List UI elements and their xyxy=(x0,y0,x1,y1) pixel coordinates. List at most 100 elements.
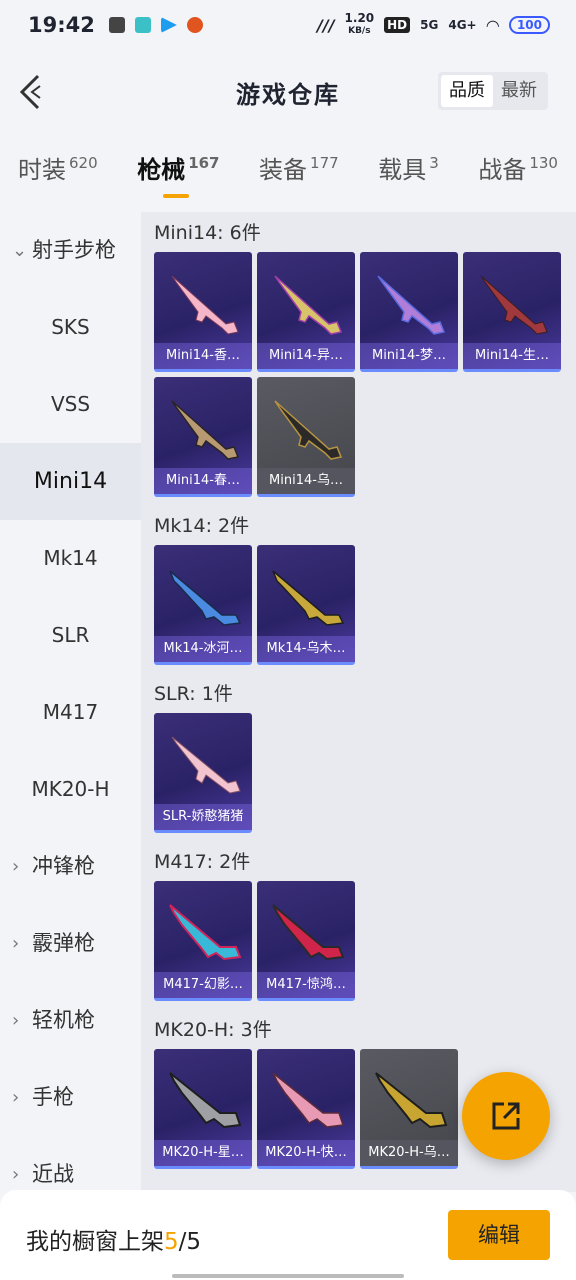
tab-count: 620 xyxy=(69,154,98,172)
section-title-slr: SLR: 1件 xyxy=(154,683,233,705)
status-time: 19:42 xyxy=(28,13,95,37)
weapon-card[interactable]: Mini14-生… xyxy=(463,252,561,372)
weapon-card-label: Mk14-乌木… xyxy=(257,636,355,662)
sidebar-item-slr[interactable]: SLR xyxy=(0,597,141,674)
tab-count: 130 xyxy=(529,154,558,172)
sort-quality-button[interactable]: 品质 xyxy=(441,75,493,107)
sidebar-group-pistol[interactable]: › 手枪 xyxy=(0,1059,141,1136)
sidebar-item-m417[interactable]: M417 xyxy=(0,674,141,751)
home-indicator[interactable] xyxy=(172,1274,404,1278)
header: 游戏仓库 品质 最新 xyxy=(0,60,576,124)
weapon-card[interactable]: Mini14-春… xyxy=(154,377,252,497)
tab-equipment[interactable]: 装备 177 xyxy=(259,150,339,202)
grid-m417: M417-幻影… M417-惊鸿… xyxy=(154,881,569,1001)
weapon-card[interactable]: MK20-H-星… xyxy=(154,1049,252,1169)
weapon-type-sidebar: ⌄ 射手步枪 SKS VSS Mini14 Mk14 SLR M417 MK20-… xyxy=(0,212,141,1192)
weapon-card[interactable]: Mini14-香… xyxy=(154,252,252,372)
net-speed: 1.20 KB/s xyxy=(344,11,375,37)
sort-toggle: 品质 最新 xyxy=(438,72,548,110)
weapon-card-label: Mk14-冰河… xyxy=(154,636,252,662)
rifle-icon xyxy=(171,275,239,335)
sidebar-item-mk20h[interactable]: MK20-H xyxy=(0,751,141,828)
weapon-card[interactable]: M417-惊鸿… xyxy=(257,881,355,1001)
weapon-card[interactable]: Mk14-冰河… xyxy=(154,545,252,665)
rifle-icon xyxy=(272,1072,345,1128)
sidebar-group-shotgun[interactable]: › 霰弹枪 xyxy=(0,905,141,982)
wifi-icon: ◠ xyxy=(486,15,499,35)
battery-icon: 100 xyxy=(508,16,550,34)
weapon-card[interactable]: MK20-H-快… xyxy=(257,1049,355,1169)
weapon-card-label: Mini14-梦… xyxy=(360,343,458,369)
section-title-mk20h: MK20-H: 3件 xyxy=(154,1019,272,1041)
showcase-current: 5 xyxy=(164,1229,179,1255)
weapon-card[interactable]: MK20-H-乌… xyxy=(360,1049,458,1169)
weapon-card[interactable]: SLR-娇憨猪猪 xyxy=(154,713,252,833)
rifle-icon xyxy=(272,570,345,626)
rifle-icon xyxy=(480,275,548,335)
sidebar-group-marksman-rifles[interactable]: ⌄ 射手步枪 xyxy=(0,212,141,289)
section-title-m417: M417: 2件 xyxy=(154,851,251,873)
sidebar-group-label: 霰弹枪 xyxy=(32,931,95,955)
sidebar-group-label: 射手步枪 xyxy=(32,238,116,262)
weapon-card-label: MK20-H-星… xyxy=(154,1140,252,1166)
status-right: /// 1.20 KB/s HD 5G 4G+ ◠ 100 xyxy=(317,11,550,37)
weapon-card[interactable]: Mini14-梦… xyxy=(360,252,458,372)
sidebar-group-smg[interactable]: › 冲锋枪 xyxy=(0,828,141,905)
section-title-mk14: Mk14: 2件 xyxy=(154,515,250,537)
tab-weapons[interactable]: 枪械 167 xyxy=(137,150,220,202)
sidebar-item-sks[interactable]: SKS xyxy=(0,289,141,366)
share-icon xyxy=(492,1102,520,1130)
chevron-right-icon: › xyxy=(12,933,20,954)
tab-label: 战备 xyxy=(478,156,527,184)
tab-vehicles[interactable]: 载具 3 xyxy=(378,150,439,202)
play-icon xyxy=(160,17,177,33)
tab-fashion[interactable]: 时装 620 xyxy=(18,150,98,202)
sort-newest-button[interactable]: 最新 xyxy=(493,75,545,107)
rifle-icon xyxy=(169,904,242,961)
rifle-icon xyxy=(377,275,446,335)
rifle-icon xyxy=(375,1072,448,1129)
weapon-card[interactable]: M417-幻影… xyxy=(154,881,252,1001)
sidebar-item-mini14[interactable]: Mini14 xyxy=(0,443,141,520)
rifle-icon xyxy=(169,570,242,626)
weapon-card-label: M417-惊鸿… xyxy=(257,972,355,998)
weapon-card[interactable]: Mini14-异… xyxy=(257,252,355,372)
showcase-total: 5 xyxy=(186,1229,202,1255)
rifle-icon xyxy=(274,275,343,335)
net-speed-unit: KB/s xyxy=(348,26,371,36)
sidebar-item-mk14[interactable]: Mk14 xyxy=(0,520,141,597)
weapon-card-label: Mini14-生… xyxy=(463,343,561,369)
status-bar: 19:42 /// 1.20 KB/s HD 5G 4G+ ◠ 100 xyxy=(0,0,576,50)
showcase-status: 我的橱窗上架5/5 xyxy=(26,1222,201,1256)
tab-count: 167 xyxy=(188,154,220,172)
category-tabs: 时装 620 枪械 167 装备 177 载具 3 战备 130 xyxy=(0,150,576,202)
rifle-icon xyxy=(169,1072,242,1129)
notification-icon xyxy=(186,17,203,33)
sidebar-group-label: 近战 xyxy=(32,1162,74,1186)
sidebar-group-label: 轻机枪 xyxy=(32,1008,95,1032)
share-button[interactable] xyxy=(462,1072,550,1160)
grid-slr: SLR-娇憨猪猪 xyxy=(154,713,569,833)
weapon-card-label: SLR-娇憨猪猪 xyxy=(154,804,252,830)
sidebar-group-lmg[interactable]: › 轻机枪 xyxy=(0,982,141,1059)
tab-label: 时装 xyxy=(18,156,66,184)
chevron-right-icon: › xyxy=(12,1010,20,1031)
tab-label: 载具 xyxy=(378,156,427,184)
grid-mk14: Mk14-冰河… Mk14-乌木… xyxy=(154,545,569,665)
weapon-card-label: Mini14-春… xyxy=(154,468,252,494)
tab-label: 枪械 xyxy=(137,156,186,184)
tab-supplies[interactable]: 战备 130 xyxy=(478,150,558,202)
weapon-card[interactable]: Mini14-乌… xyxy=(257,377,355,497)
net-speed-value: 1.20 xyxy=(344,11,375,25)
edit-button[interactable]: 编辑 xyxy=(448,1210,550,1260)
signal-5g: 5G xyxy=(420,18,439,32)
weapon-card[interactable]: Mk14-乌木… xyxy=(257,545,355,665)
sidebar-item-vss[interactable]: VSS xyxy=(0,366,141,443)
signal-strength-icon: /// xyxy=(317,15,335,35)
weapon-card-label: MK20-H-快… xyxy=(257,1140,355,1166)
weapon-card-label: Mini14-乌… xyxy=(257,468,355,494)
showcase-bar: 我的橱窗上架5/5 编辑 xyxy=(0,1190,576,1280)
chevron-down-icon: ⌄ xyxy=(12,240,28,261)
tab-count: 177 xyxy=(310,154,339,172)
rifle-icon xyxy=(171,400,240,460)
